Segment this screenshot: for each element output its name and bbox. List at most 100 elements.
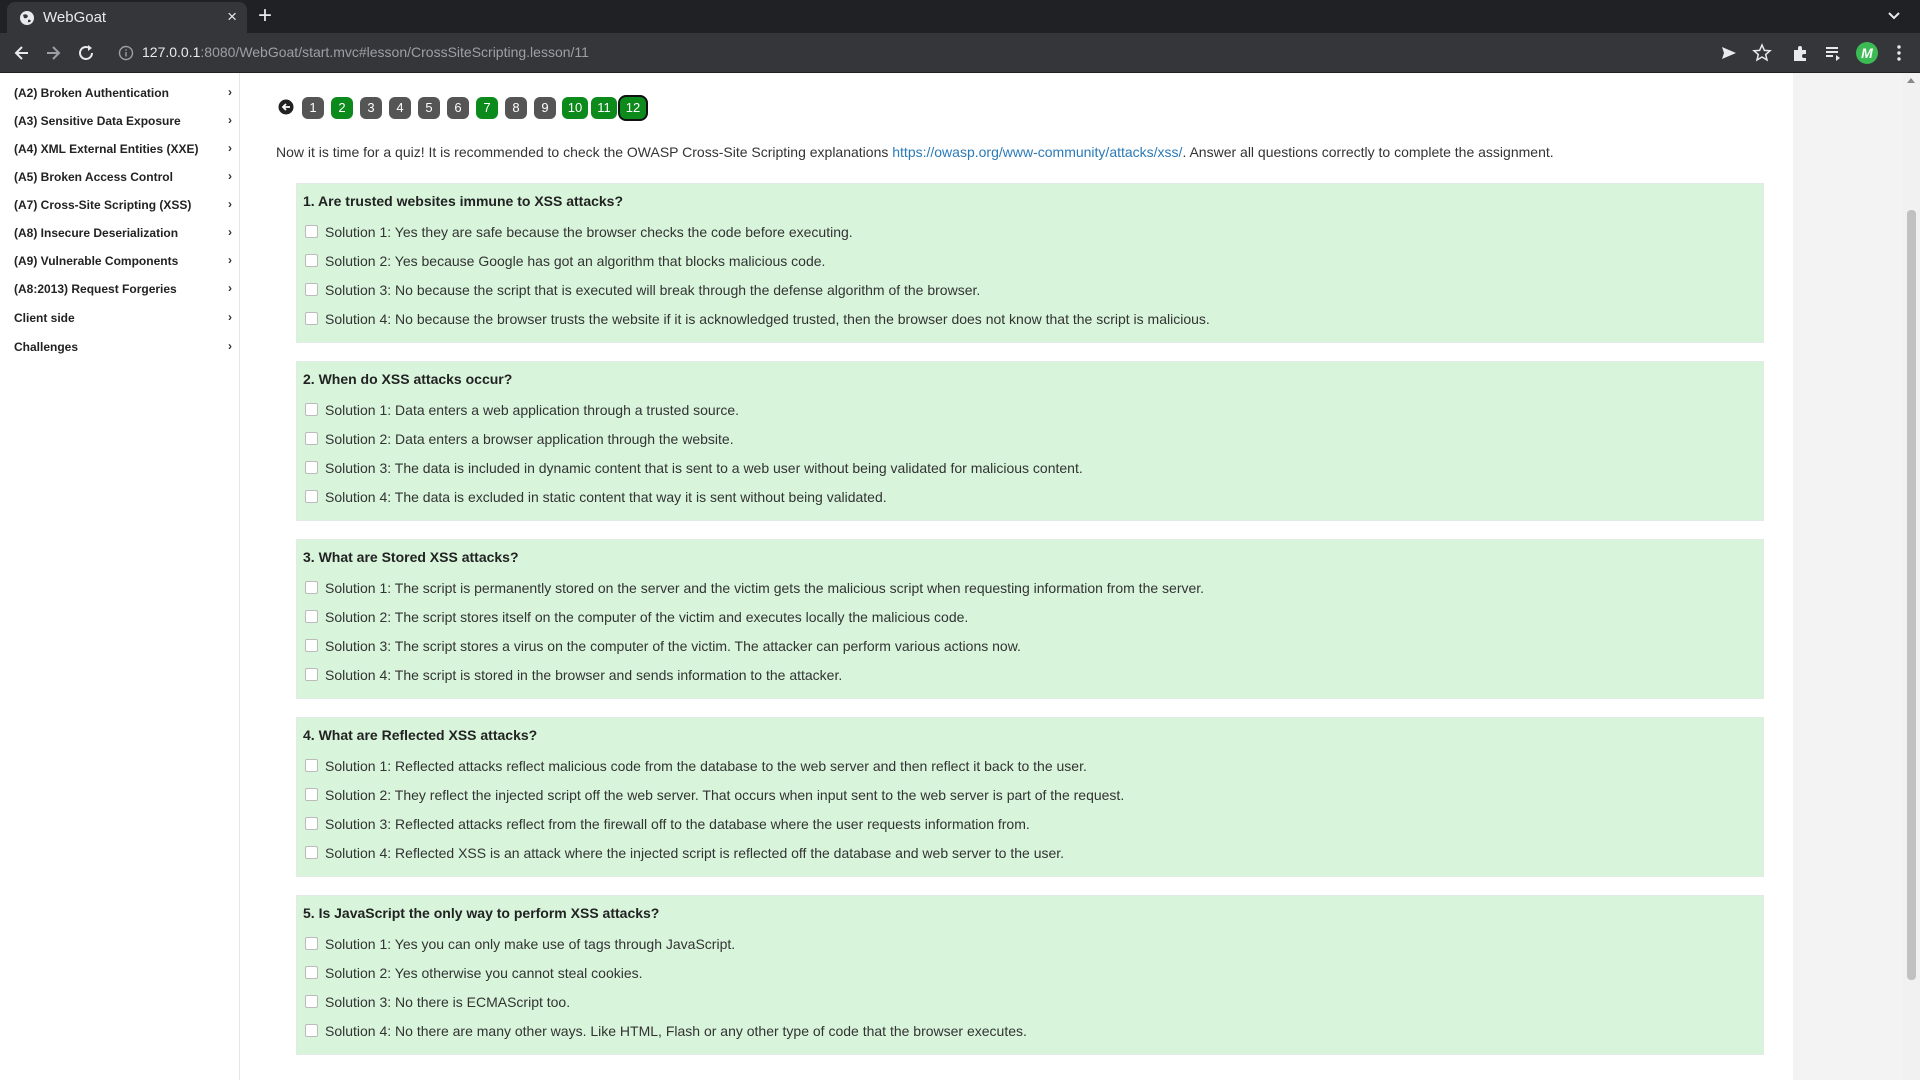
chevron-right-icon: › <box>228 339 232 353</box>
checkbox[interactable] <box>305 254 318 267</box>
question-block-4: 4. What are Reflected XSS attacks? Solut… <box>296 717 1764 877</box>
kebab-menu-icon[interactable] <box>1889 43 1909 63</box>
info-icon[interactable] <box>118 45 134 61</box>
reading-list-icon[interactable] <box>1823 43 1843 63</box>
chevron-right-icon: › <box>228 169 232 183</box>
page-button-3[interactable]: 3 <box>360 97 382 119</box>
checkbox[interactable] <box>305 283 318 296</box>
checkbox[interactable] <box>305 817 318 830</box>
question-block-5: 5. Is JavaScript the only way to perform… <box>296 895 1764 1055</box>
right-gutter <box>1793 73 1903 1080</box>
checkbox[interactable] <box>305 581 318 594</box>
checkbox[interactable] <box>305 966 318 979</box>
checkbox[interactable] <box>305 759 318 772</box>
globe-icon <box>20 11 34 25</box>
checkbox[interactable] <box>305 668 318 681</box>
sidebar-item-a8-insecure-deserialization[interactable]: (A8) Insecure Deserialization › <box>14 222 232 244</box>
option-label: Solution 2: Yes because Google has got a… <box>325 253 826 269</box>
page-button-4[interactable]: 4 <box>389 97 411 119</box>
option-label: Solution 3: Reflected attacks reflect fr… <box>325 816 1030 832</box>
reload-icon[interactable] <box>76 43 96 63</box>
intro-text-end: . Answer all questions correctly to comp… <box>1182 144 1554 160</box>
send-icon[interactable] <box>1719 43 1739 63</box>
sidebar-item-a4-xxe[interactable]: (A4) XML External Entities (XXE) › <box>14 138 232 160</box>
question-title: 1. Are trusted websites immune to XSS at… <box>303 193 624 209</box>
checkbox[interactable] <box>305 788 318 801</box>
checkbox[interactable] <box>305 225 318 238</box>
checkbox[interactable] <box>305 995 318 1008</box>
sidebar-item-label: Client side <box>14 311 75 325</box>
question-title: 3. What are Stored XSS attacks? <box>303 549 519 565</box>
previous-page-arrow-icon[interactable] <box>278 99 294 115</box>
sidebar-item-a9-vulnerable-components[interactable]: (A9) Vulnerable Components › <box>14 250 232 272</box>
checkbox[interactable] <box>305 312 318 325</box>
option-label: Solution 1: Reflected attacks reflect ma… <box>325 758 1087 774</box>
chevron-down-icon[interactable] <box>1886 7 1902 23</box>
page-button-5[interactable]: 5 <box>418 97 440 119</box>
page-button-2[interactable]: 2 <box>331 97 353 119</box>
chevron-right-icon: › <box>228 310 232 324</box>
intro-text: Now it is time for a quiz! It is recomme… <box>276 144 893 160</box>
tab-title: WebGoat <box>43 9 107 26</box>
sidebar-item-a5-broken-access-control[interactable]: (A5) Broken Access Control › <box>14 166 232 188</box>
owasp-xss-link[interactable]: https://owasp.org/www-community/attacks/… <box>892 144 1182 160</box>
checkbox[interactable] <box>305 846 318 859</box>
page-button-10[interactable]: 10 <box>562 97 588 119</box>
profile-avatar[interactable]: M <box>1856 42 1878 64</box>
option-label: Solution 4: The data is excluded in stat… <box>325 489 887 505</box>
new-tab-button[interactable]: + <box>258 3 272 29</box>
option-label: Solution 4: Reflected XSS is an attack w… <box>325 845 1065 861</box>
page-button-9[interactable]: 9 <box>534 97 556 119</box>
url-text[interactable]: 127.0.0.1:8080/WebGoat/start.mvc#lesson/… <box>142 44 589 60</box>
checkbox[interactable] <box>305 432 318 445</box>
option-label: Solution 2: Yes otherwise you cannot ste… <box>325 965 643 981</box>
sidebar-item-label: (A2) Broken Authentication <box>14 86 169 100</box>
address-bar[interactable]: 127.0.0.1:8080/WebGoat/start.mvc#lesson/… <box>110 37 1710 69</box>
option-label: Solution 2: They reflect the injected sc… <box>325 787 1125 803</box>
checkbox[interactable] <box>305 1024 318 1037</box>
sidebar-item-challenges[interactable]: Challenges › <box>14 336 232 358</box>
scroll-up-arrow-icon[interactable] <box>1906 76 1916 84</box>
question-block-2: 2. When do XSS attacks occur? Solution 1… <box>296 361 1764 521</box>
checkbox[interactable] <box>305 610 318 623</box>
page-button-8[interactable]: 8 <box>505 97 527 119</box>
checkbox[interactable] <box>305 403 318 416</box>
browser-tab-bar: WebGoat × + <box>0 0 1920 33</box>
page-button-1[interactable]: 1 <box>302 97 324 119</box>
question-title: 2. When do XSS attacks occur? <box>303 371 513 387</box>
forward-arrow-icon[interactable] <box>43 43 63 63</box>
star-icon[interactable] <box>1752 43 1772 63</box>
question-title: 5. Is JavaScript the only way to perform… <box>303 905 660 921</box>
browser-tab[interactable]: WebGoat × <box>7 2 247 33</box>
checkbox[interactable] <box>305 490 318 503</box>
chevron-right-icon: › <box>228 113 232 127</box>
sidebar-item-client-side[interactable]: Client side › <box>14 307 232 329</box>
lesson-sidebar: (A2) Broken Authentication › (A3) Sensit… <box>0 73 240 1080</box>
option-label: Solution 4: No there are many other ways… <box>325 1023 1027 1039</box>
sidebar-item-a3-sensitive-data-exposure[interactable]: (A3) Sensitive Data Exposure › <box>14 110 232 132</box>
scrollbar-thumb[interactable] <box>1907 210 1916 980</box>
option-label: Solution 1: The script is permanently st… <box>325 580 1205 596</box>
checkbox[interactable] <box>305 639 318 652</box>
page-button-12-current[interactable]: 12 <box>620 97 646 119</box>
tab-close-icon[interactable]: × <box>227 7 237 27</box>
page-button-7[interactable]: 7 <box>476 97 498 119</box>
sidebar-item-request-forgeries[interactable]: (A8:2013) Request Forgeries › <box>14 278 232 300</box>
chevron-right-icon: › <box>228 225 232 239</box>
chevron-right-icon: › <box>228 85 232 99</box>
back-arrow-icon[interactable] <box>12 43 32 63</box>
sidebar-item-a2-broken-authentication[interactable]: (A2) Broken Authentication › <box>14 82 232 104</box>
page-button-6[interactable]: 6 <box>447 97 469 119</box>
option-label: Solution 1: Yes they are safe because th… <box>325 224 853 240</box>
quiz-intro: Now it is time for a quiz! It is recomme… <box>276 144 1554 160</box>
lesson-content: 1 2 3 4 5 6 7 8 9 10 11 12 Now it is tim… <box>240 73 1793 1080</box>
chevron-right-icon: › <box>228 281 232 295</box>
option-label: Solution 3: The script stores a virus on… <box>325 638 1021 654</box>
checkbox[interactable] <box>305 937 318 950</box>
chevron-right-icon: › <box>228 253 232 267</box>
extensions-puzzle-icon[interactable] <box>1790 43 1810 63</box>
page-button-11[interactable]: 11 <box>591 97 617 119</box>
checkbox[interactable] <box>305 461 318 474</box>
sidebar-item-a7-xss[interactable]: (A7) Cross-Site Scripting (XSS) › <box>14 194 232 216</box>
browser-toolbar: 127.0.0.1:8080/WebGoat/start.mvc#lesson/… <box>0 33 1920 73</box>
